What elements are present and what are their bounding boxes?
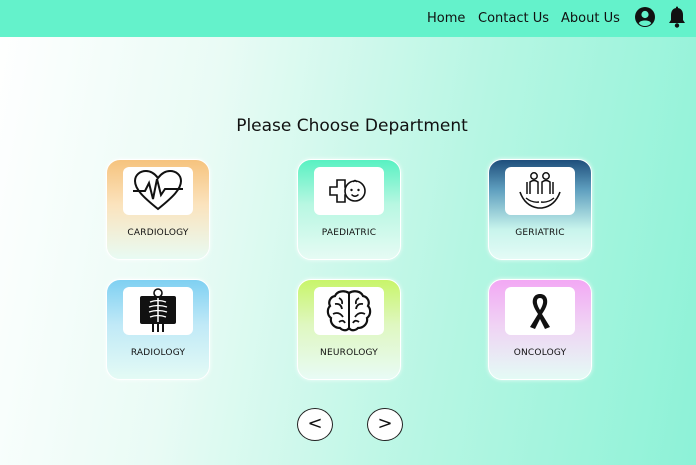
next-page-button[interactable]: > xyxy=(367,408,403,441)
top-navbar: Home Contact Us About Us xyxy=(0,0,696,37)
department-label: RADIOLOGY xyxy=(130,348,186,358)
baby-cross-icon xyxy=(314,167,384,215)
department-label: PAEDIATRIC xyxy=(321,228,377,238)
nav-contact-link[interactable]: Contact Us xyxy=(478,11,549,26)
nav-about-link[interactable]: About Us xyxy=(561,11,620,26)
heart-pulse-icon xyxy=(123,167,193,215)
brain-icon xyxy=(314,287,384,335)
ribbon-icon xyxy=(505,287,575,335)
department-card-paediatric[interactable]: PAEDIATRIC xyxy=(297,159,401,260)
xray-icon xyxy=(123,287,193,335)
department-label: ONCOLOGY xyxy=(513,348,567,358)
department-label: NEUROLOGY xyxy=(320,348,378,358)
previous-page-button[interactable]: < xyxy=(297,408,333,441)
page-heading: Please Choose Department xyxy=(236,116,468,136)
user-circle-icon[interactable] xyxy=(634,6,656,32)
bell-icon[interactable] xyxy=(667,6,687,32)
elderly-care-icon xyxy=(505,167,575,215)
department-card-radiology[interactable]: RADIOLOGY xyxy=(106,279,210,380)
department-label: CARDIOLOGY xyxy=(127,228,189,238)
department-card-neurology[interactable]: NEUROLOGY xyxy=(297,279,401,380)
department-card-oncology[interactable]: ONCOLOGY xyxy=(488,279,592,380)
department-card-cardiology[interactable]: CARDIOLOGY xyxy=(106,159,210,260)
department-label: GERIATRIC xyxy=(515,228,565,238)
nav-home-link[interactable]: Home xyxy=(427,11,465,26)
department-card-geriatric[interactable]: GERIATRIC xyxy=(488,159,592,260)
